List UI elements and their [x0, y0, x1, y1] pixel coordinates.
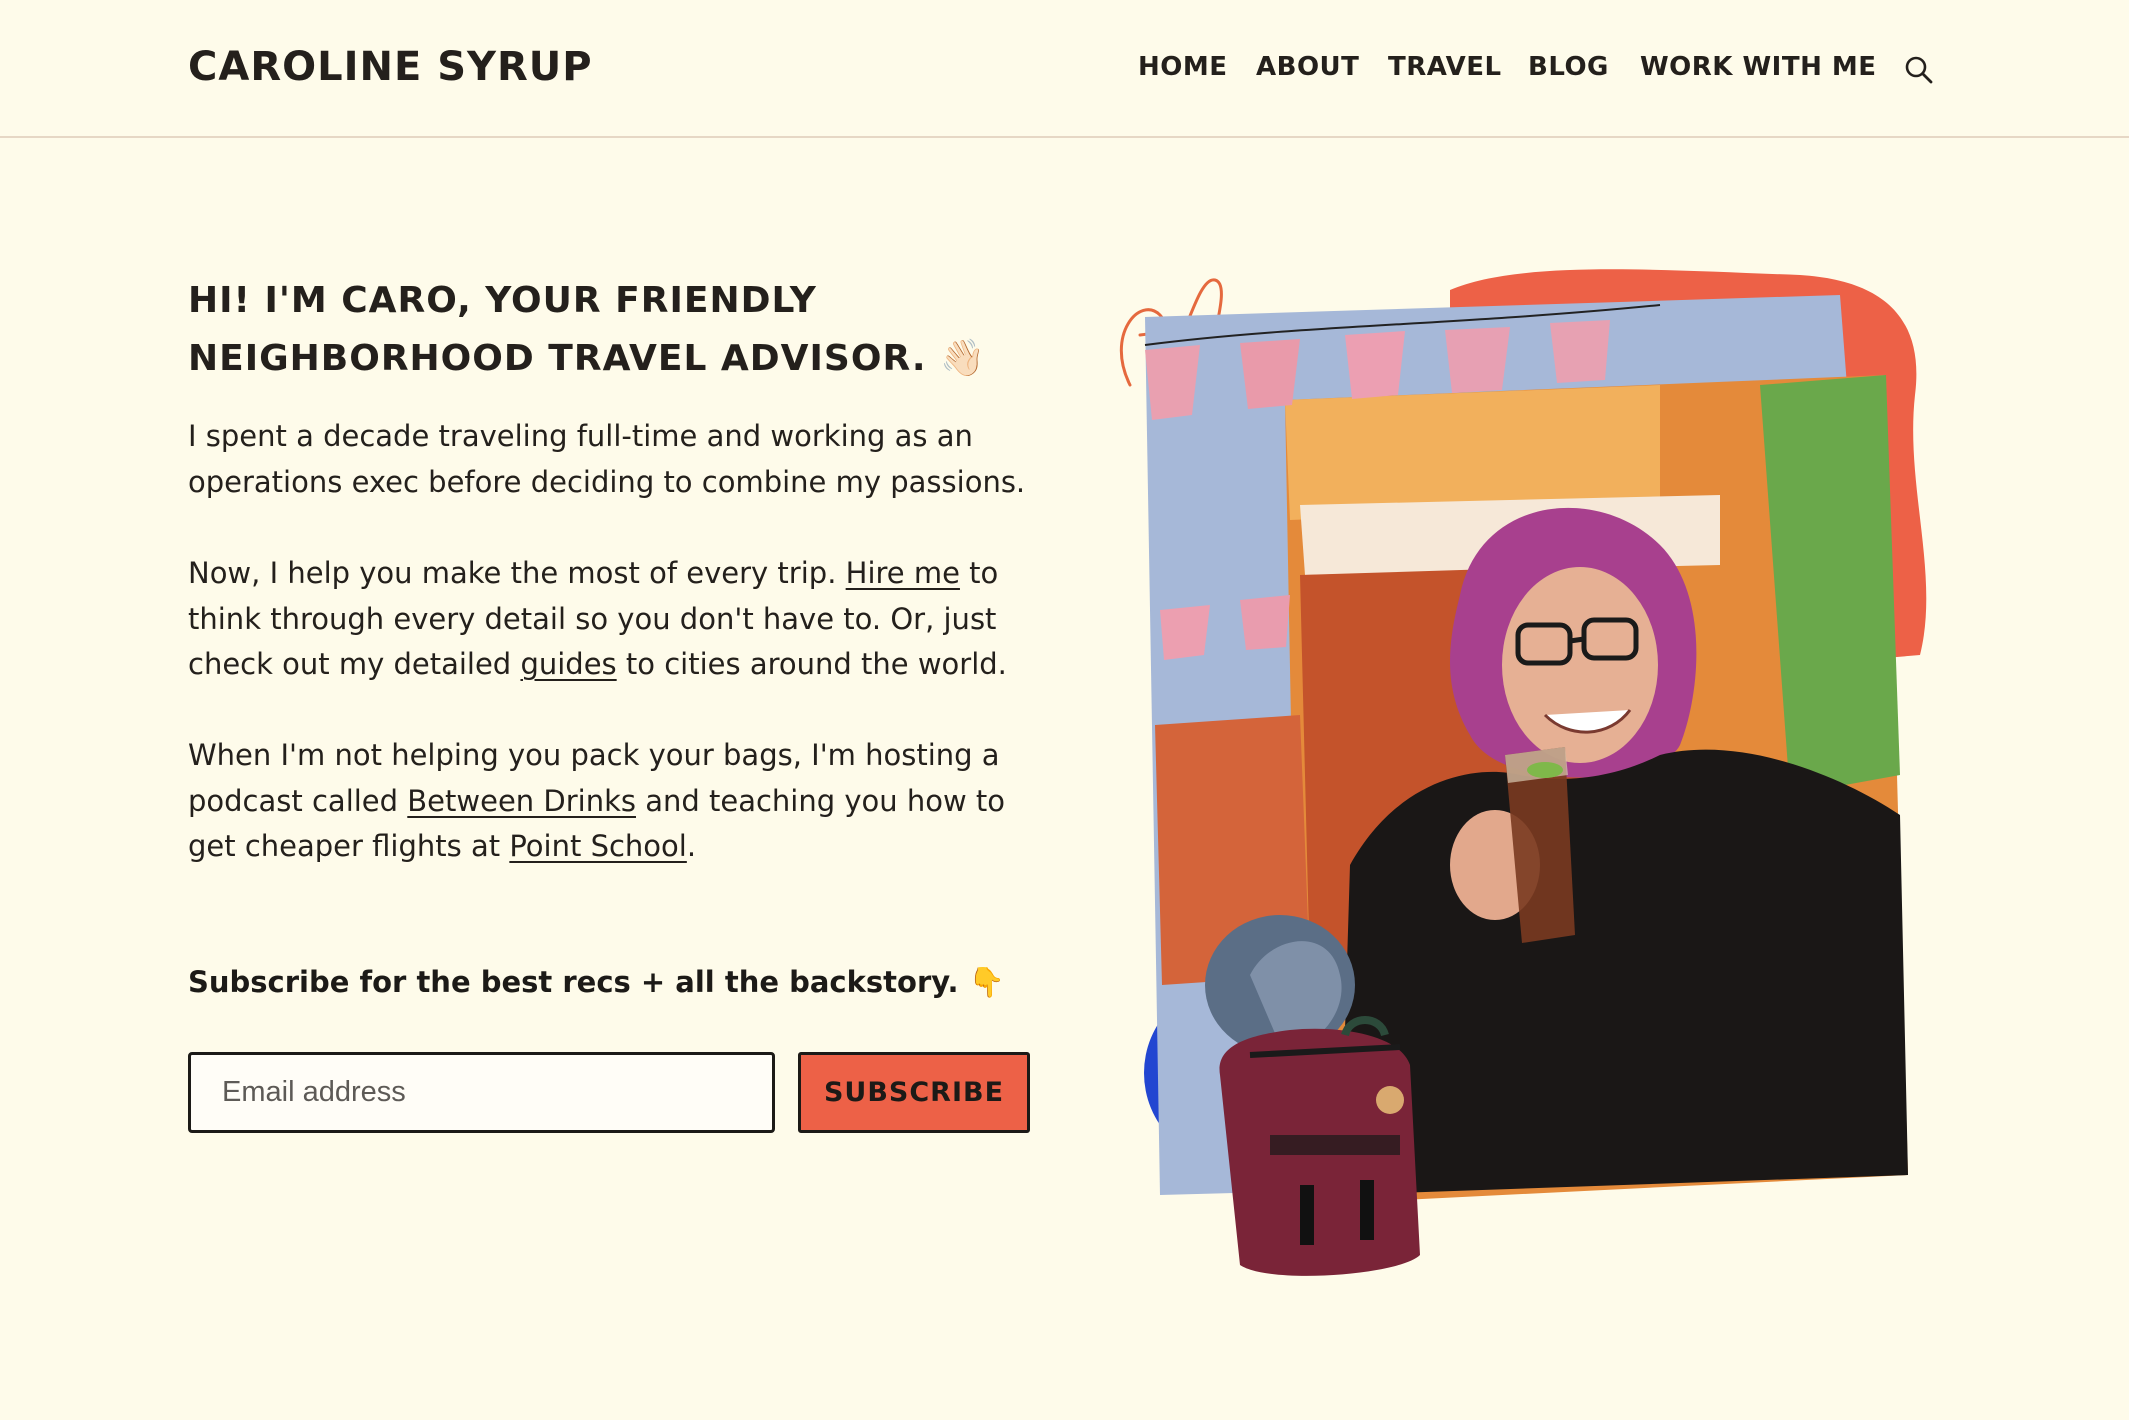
subscribe-button[interactable]: SUBSCRIBE [798, 1052, 1030, 1133]
subscribe-prompt: Subscribe for the best recs + all the ba… [188, 965, 1005, 999]
intro-paragraph-3: When I'm not helping you pack your bags,… [188, 733, 1048, 870]
nav-home[interactable]: HOME [1138, 52, 1228, 82]
nav-work-with-me[interactable]: WORK WITH ME [1640, 52, 1877, 82]
para2-text-c: to cities around the world. [616, 647, 1007, 681]
hero-heading-line1: HI! I'M CARO, YOUR FRIENDLY [188, 280, 817, 321]
intro-paragraph-1: I spent a decade traveling full-time and… [188, 419, 1026, 499]
site-title[interactable]: CAROLINE SYRUP [188, 44, 593, 90]
intro-section: HI! I'M CARO, YOUR FRIENDLY NEIGHBORHOOD… [188, 272, 1048, 388]
hero-heading: HI! I'M CARO, YOUR FRIENDLY NEIGHBORHOOD… [188, 272, 1048, 388]
para3-text-c: . [686, 829, 697, 863]
woman-jacket [1340, 749, 1908, 1195]
para2-text-a: Now, I help you make the most of every t… [188, 556, 846, 590]
nav-blog[interactable]: BLOG [1528, 52, 1609, 82]
intro-paragraph-2: Now, I help you make the most of every t… [188, 551, 1048, 688]
search-icon[interactable] [1904, 55, 1934, 85]
hero-photo-collage [1100, 255, 1950, 1305]
hire-me-link[interactable]: Hire me [846, 556, 960, 590]
site-header: CAROLINE SYRUP HOME ABOUT TRAVEL BLOG WO… [0, 0, 2129, 138]
nav-about[interactable]: ABOUT [1256, 52, 1359, 82]
hero-heading-line2: NEIGHBORHOOD TRAVEL ADVISOR. [188, 338, 927, 379]
nav-travel[interactable]: TRAVEL [1388, 52, 1502, 82]
point-school-link[interactable]: Point School [509, 829, 687, 863]
email-input[interactable] [188, 1052, 775, 1133]
waving-hand-icon: 👋🏻 [940, 338, 985, 379]
guides-link[interactable]: guides [520, 647, 616, 681]
between-drinks-link[interactable]: Between Drinks [407, 784, 636, 818]
collage-artwork [1119, 269, 1927, 1276]
